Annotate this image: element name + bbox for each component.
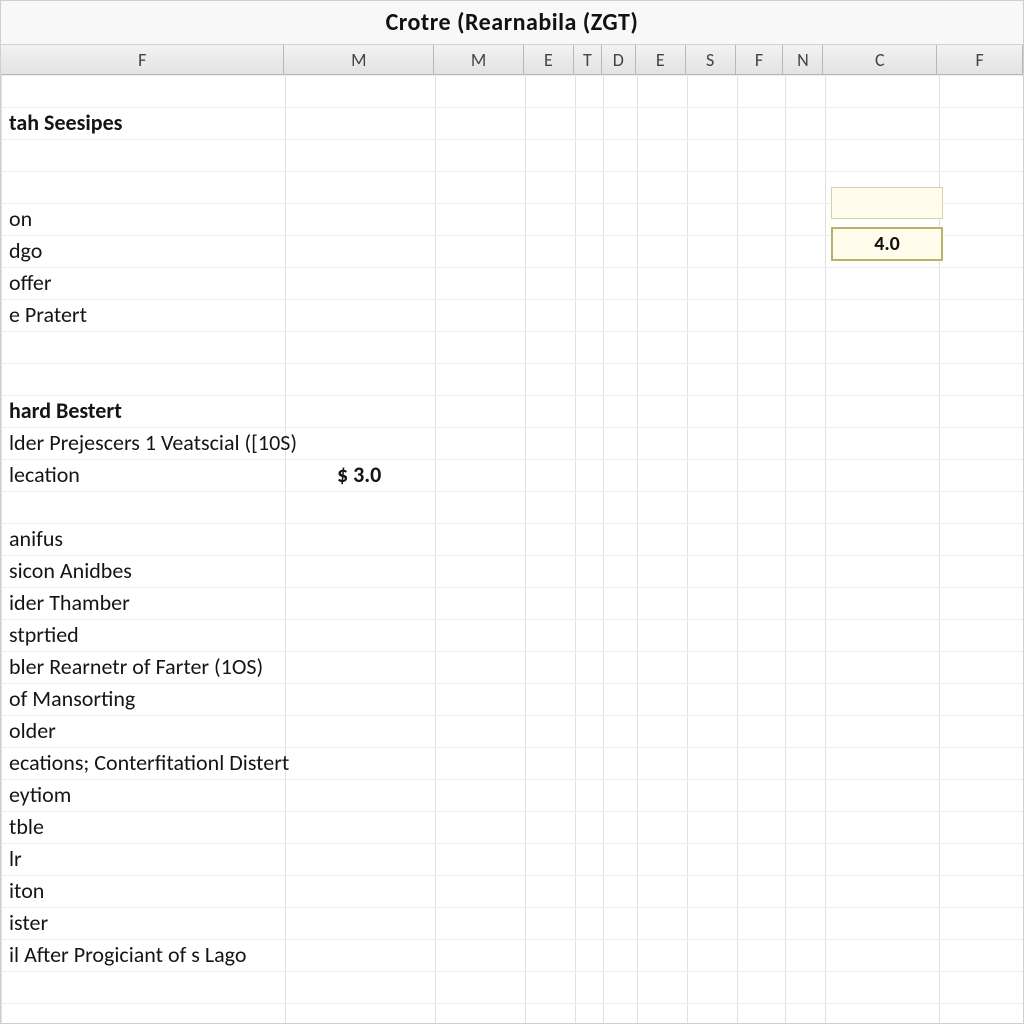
cell[interactable]: lr [5, 843, 26, 875]
cell[interactable]: $ 3.0 [333, 459, 385, 491]
active-cell[interactable]: 4.0 [831, 227, 943, 261]
gridline-horizontal [1, 1003, 1023, 1004]
column-header[interactable]: F [937, 45, 1023, 74]
gridline-horizontal [1, 491, 1023, 492]
column-header[interactable]: D [602, 45, 636, 74]
cell[interactable]: iton [5, 875, 48, 907]
spreadsheet-grid[interactable]: 4.0 tah Seesipes ondgo offere Pratert hard … [1, 75, 1023, 1023]
cell[interactable]: eytiom [5, 779, 75, 811]
gridline-vertical [575, 75, 576, 1023]
gridline-vertical [285, 75, 286, 1023]
gridline-vertical [435, 75, 436, 1023]
gridline-horizontal [1, 555, 1023, 556]
gridline-vertical [825, 75, 826, 1023]
column-header[interactable]: M [284, 45, 434, 74]
column-header[interactable]: C [823, 45, 937, 74]
window-title: Crotre (Rearnabila (ZGT) [1, 1, 1023, 45]
gridline-horizontal [1, 299, 1023, 300]
highlighted-cell-empty[interactable] [831, 187, 943, 219]
cell[interactable]: on [5, 203, 36, 235]
gridline-vertical [1, 75, 2, 1023]
cell[interactable]: bler Rearnetr of Farter (1OS) [5, 651, 267, 683]
column-header[interactable]: S [686, 45, 736, 74]
gridline-horizontal [1, 619, 1023, 620]
gridline-horizontal [1, 587, 1023, 588]
gridline-horizontal [1, 779, 1023, 780]
column-headers: FMMETDESFNCF [1, 45, 1023, 75]
column-header[interactable]: N [783, 45, 823, 74]
gridline-horizontal [1, 331, 1023, 332]
gridline-vertical [637, 75, 638, 1023]
cell[interactable]: offer [5, 267, 56, 299]
gridline-horizontal [1, 715, 1023, 716]
gridline-vertical [785, 75, 786, 1023]
column-header[interactable]: F [736, 45, 784, 74]
cell[interactable]: lecation [5, 459, 84, 491]
gridline-horizontal [1, 171, 1023, 172]
spreadsheet-window: Crotre (Rearnabila (ZGT) FMMETDESFNCF 4.… [0, 0, 1024, 1024]
cell[interactable]: anifus [5, 523, 67, 555]
gridline-horizontal [1, 523, 1023, 524]
cell[interactable]: of Mansorting [5, 683, 139, 715]
gridline-horizontal [1, 363, 1023, 364]
gridline-vertical [737, 75, 738, 1023]
gridline-horizontal [1, 907, 1023, 908]
cell[interactable]: ister [5, 907, 52, 939]
column-header[interactable]: E [524, 45, 574, 74]
gridline-horizontal [1, 811, 1023, 812]
cell[interactable]: tah Seesipes [5, 107, 126, 139]
gridline-horizontal [1, 107, 1023, 108]
cell[interactable]: e Pratert [5, 299, 91, 331]
gridline-horizontal [1, 683, 1023, 684]
gridline-vertical [687, 75, 688, 1023]
gridline-horizontal [1, 875, 1023, 876]
gridline-horizontal [1, 75, 1023, 76]
column-header[interactable]: F [1, 45, 284, 74]
cell[interactable]: stprtied [5, 619, 83, 651]
gridline-horizontal [1, 395, 1023, 396]
gridline-horizontal [1, 139, 1023, 140]
column-header[interactable]: M [434, 45, 524, 74]
gridline-horizontal [1, 459, 1023, 460]
cell[interactable]: older [5, 715, 60, 747]
column-header[interactable]: E [636, 45, 686, 74]
cell[interactable]: ecations; Conterfitationl Distert [5, 747, 293, 779]
gridline-vertical [603, 75, 604, 1023]
cell[interactable]: ider Thamber [5, 587, 134, 619]
cell[interactable]: lder Prejescers 1 Veatscial ([10S) [5, 427, 301, 459]
cell[interactable]: il After Progiciant of s Lago [5, 939, 250, 971]
cell[interactable]: hard Bestert [5, 395, 126, 427]
gridline-vertical [525, 75, 526, 1023]
cell[interactable]: sicon Anidbes [5, 555, 136, 587]
cell[interactable]: tble [5, 811, 48, 843]
gridline-horizontal [1, 843, 1023, 844]
cell[interactable]: dgo [5, 235, 46, 267]
column-header[interactable]: T [574, 45, 602, 74]
gridline-horizontal [1, 267, 1023, 268]
gridline-horizontal [1, 971, 1023, 972]
